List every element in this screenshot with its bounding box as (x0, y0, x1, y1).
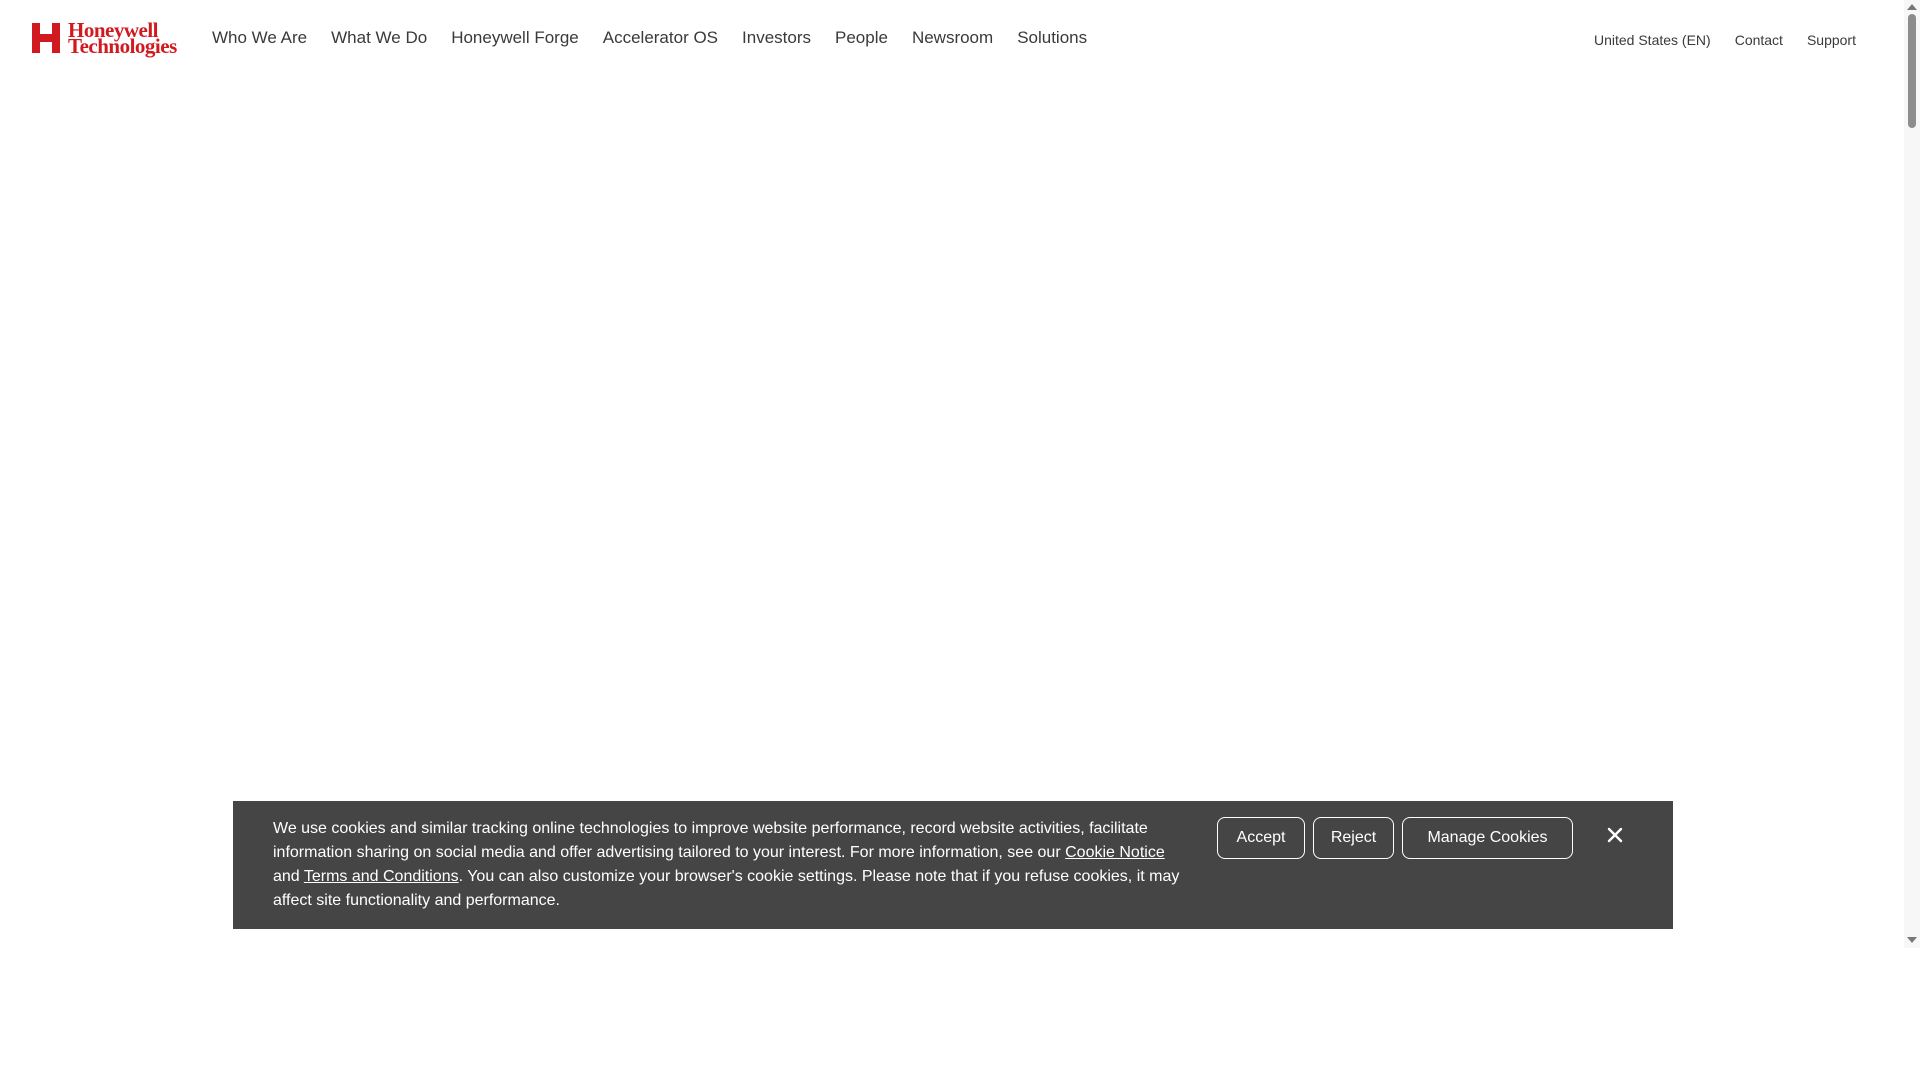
manage-cookies-button[interactable]: Manage Cookies (1402, 817, 1573, 859)
cookie-banner: We use cookies and similar tracking onli… (233, 801, 1673, 929)
main-nav: Who We Are What We Do Honeywell Forge Ac… (212, 28, 1111, 48)
region-selector[interactable]: United States (EN) (1594, 32, 1711, 48)
nav-item-investors[interactable]: Investors (742, 28, 811, 48)
cookie-message: We use cookies and similar tracking onli… (273, 817, 1183, 913)
close-icon[interactable] (1603, 823, 1627, 847)
nav-item-newsroom[interactable]: Newsroom (912, 28, 993, 48)
logo-wordmark: Honeywell Technologies (68, 20, 177, 58)
nav-item-people[interactable]: People (835, 28, 888, 48)
site-header: Honeywell Technologies Who We Are What W… (0, 0, 1904, 80)
scroll-up-arrow-icon[interactable] (1907, 4, 1917, 10)
page-scrollbar[interactable] (1904, 0, 1920, 948)
nav-item-accelerator-os[interactable]: Accelerator OS (603, 28, 718, 48)
scroll-down-arrow-icon[interactable] (1907, 937, 1917, 943)
cookie-notice-link[interactable]: Cookie Notice (1065, 844, 1165, 861)
logo-line-2: Technologies (68, 34, 177, 58)
nav-item-solutions[interactable]: Solutions (1017, 28, 1087, 48)
accept-cookies-button[interactable]: Accept (1217, 817, 1305, 859)
reject-cookies-button[interactable]: Reject (1313, 817, 1394, 859)
nav-item-what-we-do[interactable]: What We Do (331, 28, 427, 48)
terms-and-conditions-link[interactable]: Terms and Conditions (304, 868, 459, 885)
scrollbar-thumb[interactable] (1908, 14, 1916, 128)
honeywell-logo[interactable]: Honeywell Technologies (32, 20, 177, 58)
cookie-text-part-1: We use cookies and similar tracking onli… (273, 820, 1148, 861)
nav-item-honeywell-forge[interactable]: Honeywell Forge (451, 28, 579, 48)
support-link[interactable]: Support (1807, 32, 1856, 48)
nav-item-who-we-are[interactable]: Who We Are (212, 28, 307, 48)
cookie-text-part-2: and (273, 868, 304, 885)
utility-nav: United States (EN) Contact Support (1570, 32, 1856, 48)
contact-link[interactable]: Contact (1735, 32, 1783, 48)
honeywell-h-icon (32, 23, 60, 53)
